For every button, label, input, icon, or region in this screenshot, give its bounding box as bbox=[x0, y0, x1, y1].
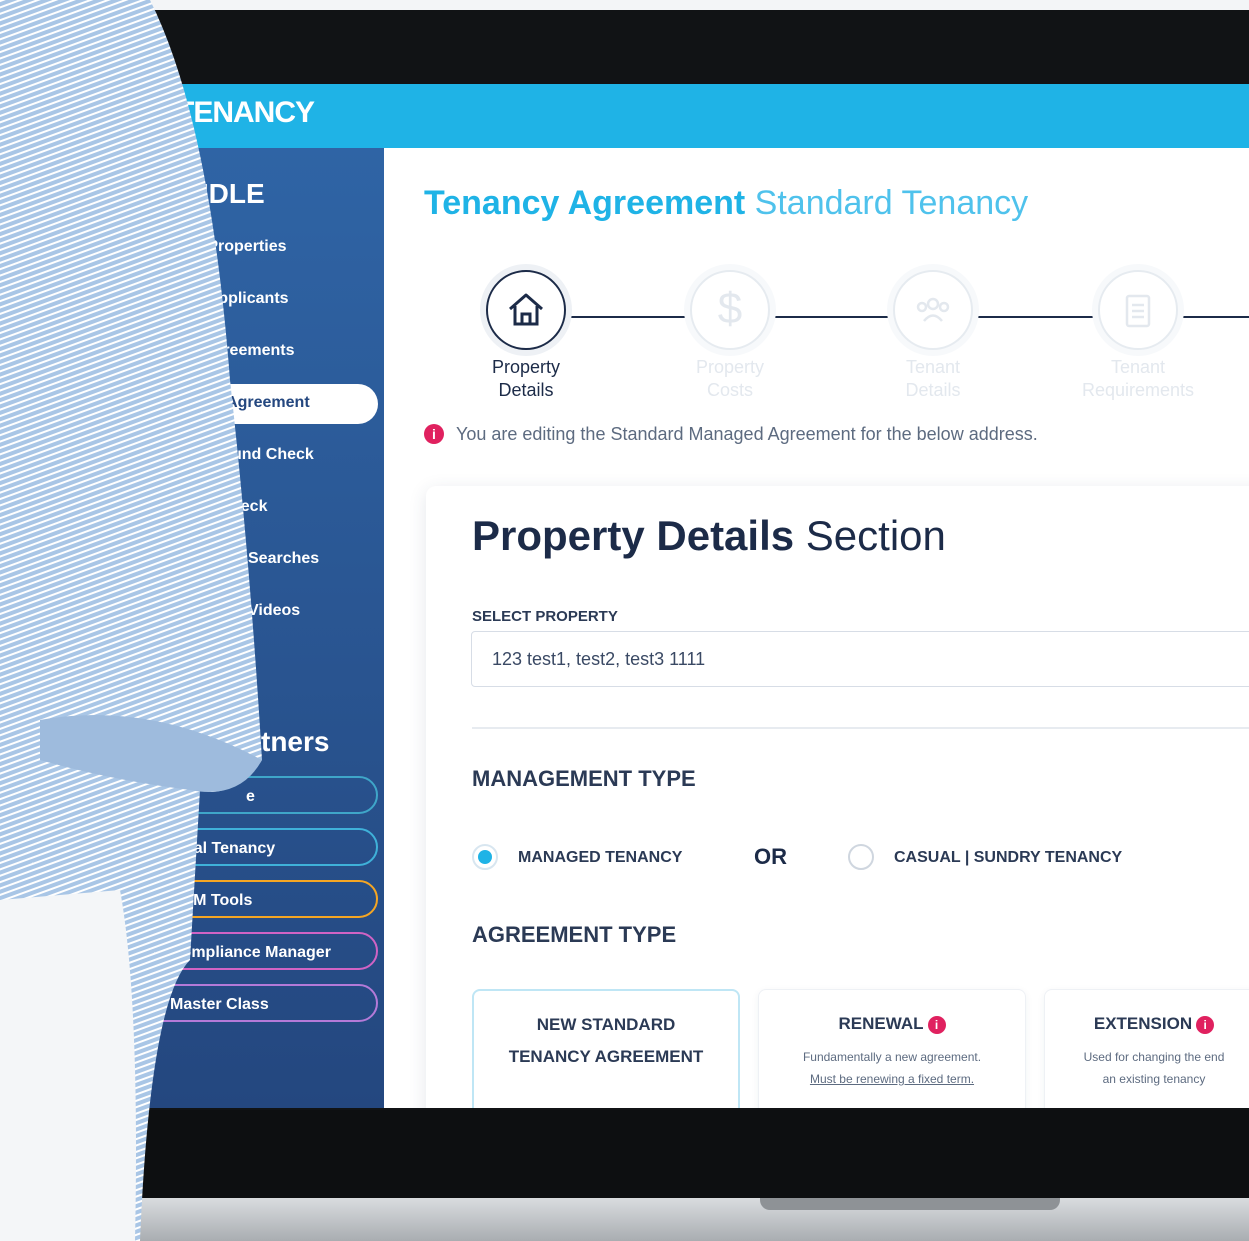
editing-notice: You are editing the Standard Managed Agr… bbox=[456, 424, 1038, 444]
radio-label-casual-sundry-tenancy[interactable]: CASUAL | SUNDRY TENANCY bbox=[894, 849, 1122, 867]
stepper-connector bbox=[566, 316, 691, 318]
section-title: Property Details Section bbox=[472, 512, 946, 560]
option-title-text: RENEWAL bbox=[838, 1014, 924, 1033]
radio-casual-sundry-tenancy[interactable] bbox=[848, 844, 874, 870]
step-tenant-requirements[interactable] bbox=[1098, 270, 1178, 350]
option-title: RENEWAL i bbox=[759, 1008, 1025, 1040]
agreement-option-renewal[interactable]: RENEWAL i Fundamentally a new agreement. … bbox=[758, 989, 1026, 1108]
agreement-type-label: AGREEMENT TYPE bbox=[472, 922, 677, 947]
stepper-connector bbox=[768, 316, 893, 318]
select-property-value: 123 test1, test2, test3 1111 bbox=[492, 649, 706, 669]
info-icon: i bbox=[424, 424, 444, 444]
step-label-tenant-requirements: Tenant Requirements bbox=[1063, 356, 1213, 402]
section-title-light: Section bbox=[805, 512, 946, 559]
step-label-line: Details bbox=[498, 380, 554, 400]
section-title-bold: Property Details bbox=[472, 512, 795, 559]
select-property-dropdown[interactable]: 123 test1, test2, test3 1111 bbox=[471, 631, 1249, 687]
option-description: Used for changing the end bbox=[1083, 1050, 1225, 1064]
house-icon bbox=[509, 293, 543, 326]
info-icon[interactable]: i bbox=[1196, 1015, 1215, 1034]
option-description: an existing tenancy bbox=[1102, 1072, 1206, 1086]
step-property-costs[interactable]: $ bbox=[690, 270, 770, 350]
option-title: EXTENSION i bbox=[1045, 1008, 1249, 1040]
person-photo bbox=[0, 0, 262, 1241]
page-title-light: Standard Tenancy bbox=[754, 184, 1029, 222]
option-title: NEW STANDARD bbox=[536, 1015, 676, 1034]
option-description: Fundamentally a new agreement. bbox=[802, 1050, 982, 1064]
step-label-tenant-details: Tenant Details bbox=[858, 356, 1008, 402]
agreement-option-new-standard[interactable]: NEW STANDARD TENANCY AGREEMENT bbox=[472, 989, 740, 1108]
step-label-line: Tenant bbox=[1110, 357, 1166, 377]
page-title: Tenancy Agreement Standard Tenancy bbox=[424, 184, 1028, 223]
select-property-label: SELECT PROPERTY bbox=[472, 608, 618, 625]
option-description: Must be renewing a fixed term. bbox=[809, 1072, 975, 1086]
radio-label-managed-tenancy[interactable]: MANAGED TENANCY bbox=[518, 849, 682, 867]
stepper-connector bbox=[973, 316, 1098, 318]
step-label-line: Property bbox=[695, 357, 765, 377]
dollar-icon: $ bbox=[717, 284, 743, 333]
or-separator: OR bbox=[754, 844, 787, 869]
management-type-label: MANAGEMENT TYPE bbox=[472, 766, 696, 791]
info-icon[interactable]: i bbox=[927, 1015, 946, 1034]
stepper-connector bbox=[1178, 316, 1249, 318]
step-label-line: Details bbox=[905, 380, 961, 400]
step-label-line: Tenant bbox=[905, 357, 961, 377]
radio-managed-tenancy[interactable] bbox=[472, 844, 498, 870]
agreement-option-extension[interactable]: EXTENSION i Used for changing the end an … bbox=[1044, 989, 1249, 1108]
step-tenant-details[interactable] bbox=[893, 270, 973, 350]
step-label-line: Requirements bbox=[1081, 380, 1195, 400]
clipboard-icon bbox=[1125, 294, 1151, 328]
step-label-property-costs: Property Costs bbox=[655, 356, 805, 402]
step-label-line: Property bbox=[491, 357, 561, 377]
page-title-bold: Tenancy Agreement bbox=[424, 184, 746, 222]
laptop-notch bbox=[760, 1198, 1060, 1210]
step-label-line: Costs bbox=[706, 380, 753, 400]
option-title-text: EXTENSION bbox=[1093, 1014, 1193, 1033]
divider bbox=[472, 727, 1249, 729]
step-property-details[interactable] bbox=[486, 270, 566, 350]
option-title: TENANCY AGREEMENT bbox=[508, 1047, 704, 1066]
people-icon bbox=[916, 297, 950, 322]
step-label-property-details: Property Details bbox=[451, 356, 601, 402]
